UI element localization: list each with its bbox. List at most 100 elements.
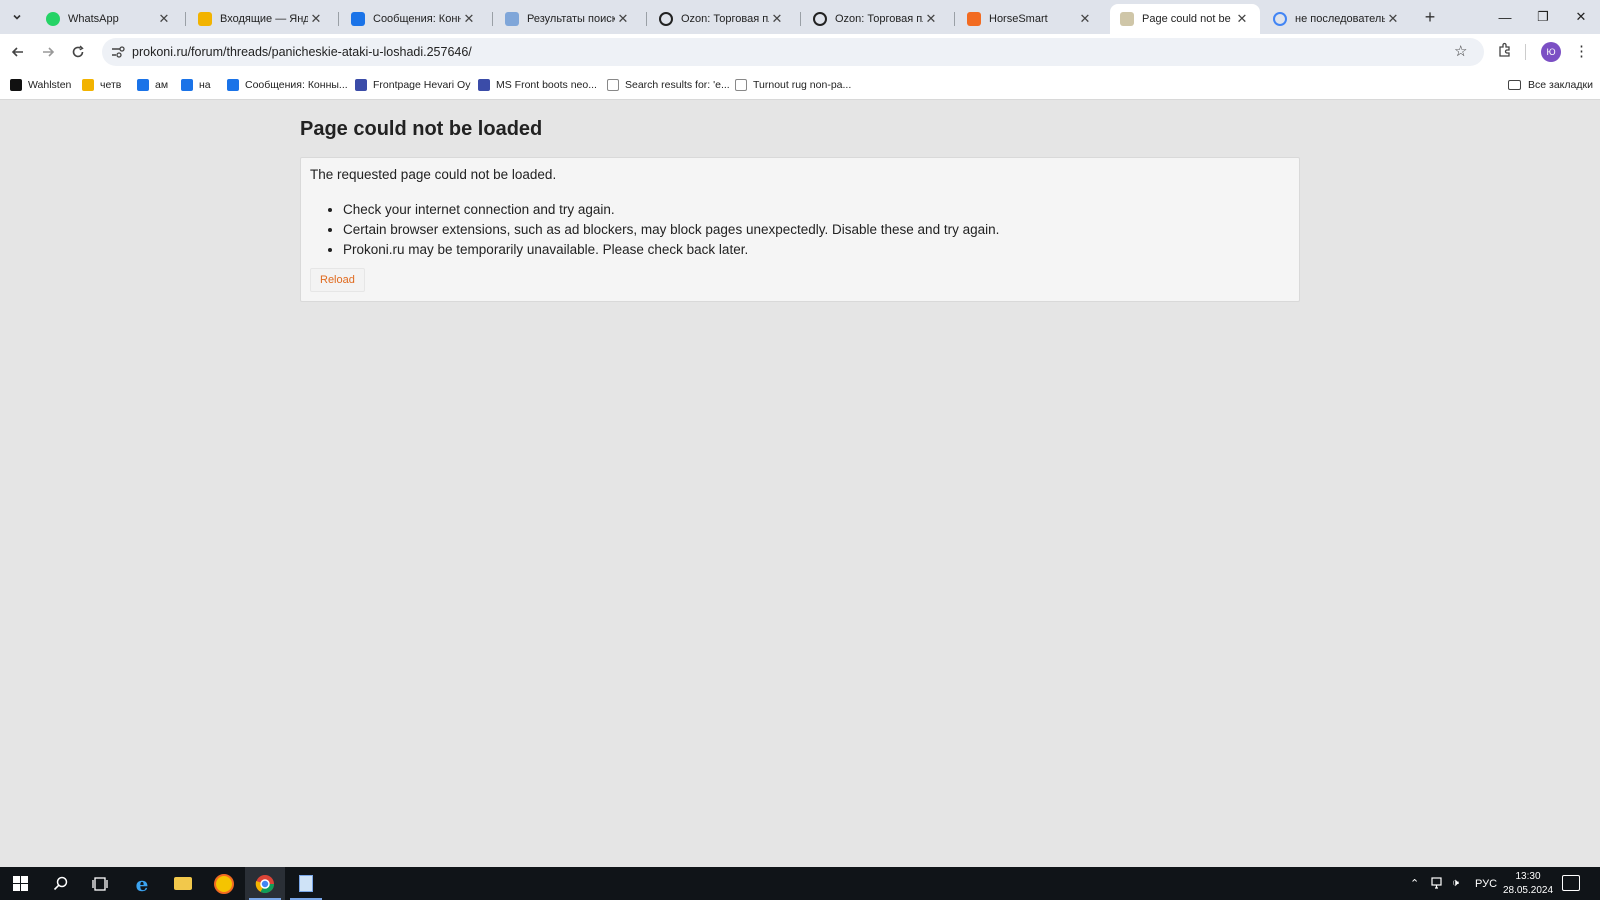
tab-messages[interactable]: Сообщения: Конный ✕ — [341, 4, 487, 34]
volume-icon[interactable]: 🕩 — [1452, 867, 1459, 900]
tab-horsesmart[interactable]: HorseSmart ✕ — [957, 4, 1103, 34]
reload-browser-button[interactable] — [66, 40, 90, 64]
list-item: Prokoni.ru may be temporarily unavailabl… — [343, 240, 999, 260]
site-icon — [735, 79, 747, 91]
tab-whatsapp[interactable]: WhatsApp ✕ — [36, 4, 182, 34]
ozon-icon — [659, 12, 673, 26]
taskbar-chrome[interactable] — [245, 867, 285, 900]
tab-yandex-mail[interactable]: Входящие — Яндекс ✕ — [188, 4, 334, 34]
bookmark-item[interactable]: Сообщения: Конны... — [227, 76, 348, 94]
toolbar-separator — [1525, 44, 1526, 60]
tab-title: HorseSmart — [989, 13, 1048, 25]
notification-icon[interactable] — [1562, 875, 1580, 891]
reload-button[interactable]: Reload — [310, 268, 365, 292]
bookmark-item[interactable]: Search results for: 'e... — [607, 76, 730, 94]
tab-search-results[interactable]: Результаты поиска ✕ — [495, 4, 641, 34]
notepad-icon — [299, 875, 313, 892]
bookmark-item[interactable]: четв — [82, 76, 121, 94]
close-icon[interactable]: ✕ — [156, 11, 172, 27]
tab-title: Page could not be lo — [1142, 13, 1234, 25]
taskbar-notepad[interactable] — [286, 867, 326, 900]
close-icon[interactable]: ✕ — [1077, 11, 1093, 27]
back-button[interactable] — [6, 40, 30, 64]
tab-title: не последовательно — [1295, 13, 1385, 25]
site-settings-icon[interactable] — [110, 44, 126, 60]
taskbar-search-button[interactable] — [40, 867, 80, 900]
network-icon[interactable] — [1431, 867, 1446, 900]
kebab-menu-icon[interactable]: ⋮ — [1574, 42, 1589, 60]
arrow-left-icon — [11, 47, 23, 57]
tab-separator — [646, 12, 647, 26]
language-indicator[interactable]: РУС — [1475, 867, 1497, 900]
tab-prokoni-active[interactable]: Page could not be lo ✕ — [1110, 4, 1260, 34]
tab-separator — [954, 12, 955, 26]
close-icon[interactable]: ✕ — [769, 11, 785, 27]
bookmark-item[interactable]: Frontpage Hevari Oy — [355, 76, 470, 94]
tab-ozon-2[interactable]: Ozon: Торговая пло ✕ — [803, 4, 949, 34]
reload-icon — [72, 45, 84, 58]
tab-ozon-1[interactable]: Ozon: Торговая пло ✕ — [649, 4, 795, 34]
extensions-icon[interactable] — [1497, 42, 1515, 60]
address-url: prokoni.ru/forum/threads/panicheskie-ata… — [132, 45, 472, 59]
tab-search-button[interactable] — [6, 7, 28, 27]
taskbar-clock[interactable]: 13:30 28.05.2024 — [1500, 870, 1556, 898]
minimize-button[interactable]: — — [1486, 0, 1524, 34]
close-icon[interactable]: ✕ — [615, 11, 631, 27]
arrow-right-icon — [43, 47, 55, 57]
bookmark-item[interactable]: MS Front boots neo... — [478, 76, 597, 94]
close-icon[interactable]: ✕ — [308, 11, 324, 27]
tab-title: Ozon: Торговая пло — [835, 13, 923, 25]
new-tab-button[interactable]: + — [1418, 5, 1442, 29]
windows-taskbar: e ⌃ 🕩 РУС 13:30 28.05.2024 — [0, 867, 1600, 900]
tab-google[interactable]: не последовательно ✕ — [1263, 4, 1411, 34]
bookmark-label: Сообщения: Конны... — [245, 79, 348, 91]
internet-explorer-icon: e — [135, 871, 149, 896]
bookmark-item[interactable]: Turnout rug non-pa... — [735, 76, 851, 94]
mail-icon — [82, 79, 94, 91]
tab-separator — [800, 12, 801, 26]
task-view-button[interactable] — [80, 867, 120, 900]
bookmark-label: Search results for: 'e... — [625, 79, 730, 91]
all-bookmarks-button[interactable]: Все закладки — [1508, 76, 1593, 94]
site-icon — [355, 79, 367, 91]
bookmark-star-icon[interactable]: ☆ — [1454, 42, 1467, 60]
start-button[interactable] — [0, 867, 40, 900]
error-intro: The requested page could not be loaded. — [310, 167, 557, 182]
horsesmart-icon — [967, 12, 981, 26]
search-results-icon — [505, 12, 519, 26]
yandex-app-icon — [214, 873, 234, 894]
close-window-button[interactable]: ✕ — [1562, 0, 1600, 34]
folder-icon — [1508, 80, 1521, 90]
tab-strip: WhatsApp ✕ Входящие — Яндекс ✕ Сообщения… — [0, 0, 1600, 34]
horse-icon — [1120, 12, 1134, 26]
bookmark-item[interactable]: Wahlsten — [10, 76, 71, 94]
bookmark-item[interactable]: на — [181, 76, 211, 94]
restore-button[interactable]: ❐ — [1524, 0, 1562, 34]
chrome-icon — [255, 874, 274, 893]
list-item: Certain browser extensions, such as ad b… — [343, 220, 999, 240]
show-hidden-icons-button[interactable]: ⌃ — [1410, 867, 1419, 900]
tab-separator — [492, 12, 493, 26]
close-icon[interactable]: ✕ — [923, 11, 939, 27]
folder-icon — [174, 877, 192, 890]
taskbar-yandex-app[interactable] — [204, 867, 244, 900]
close-icon[interactable]: ✕ — [1385, 11, 1401, 27]
tab-title: Сообщения: Конный — [373, 13, 461, 25]
taskbar-file-explorer[interactable] — [163, 867, 203, 900]
error-message-box: The requested page could not be loaded. … — [300, 157, 1300, 302]
page-title: Page could not be loaded — [300, 118, 543, 140]
chevron-up-icon: ⌃ — [1410, 878, 1420, 890]
tab-separator — [185, 12, 186, 26]
address-bar[interactable]: prokoni.ru/forum/threads/panicheskie-ata… — [102, 38, 1484, 66]
tab-separator — [338, 12, 339, 26]
forward-button[interactable] — [36, 40, 60, 64]
taskbar-internet-explorer[interactable]: e — [122, 867, 162, 900]
windows-logo-icon — [12, 876, 28, 891]
close-icon[interactable]: ✕ — [1234, 11, 1250, 27]
close-icon[interactable]: ✕ — [461, 11, 477, 27]
bookmark-item[interactable]: ам — [137, 76, 168, 94]
profile-avatar[interactable]: Ю — [1541, 42, 1561, 62]
bookmark-label: Wahlsten — [28, 79, 72, 91]
clock-date: 28.05.2024 — [1502, 885, 1554, 896]
chat-icon — [181, 79, 193, 91]
